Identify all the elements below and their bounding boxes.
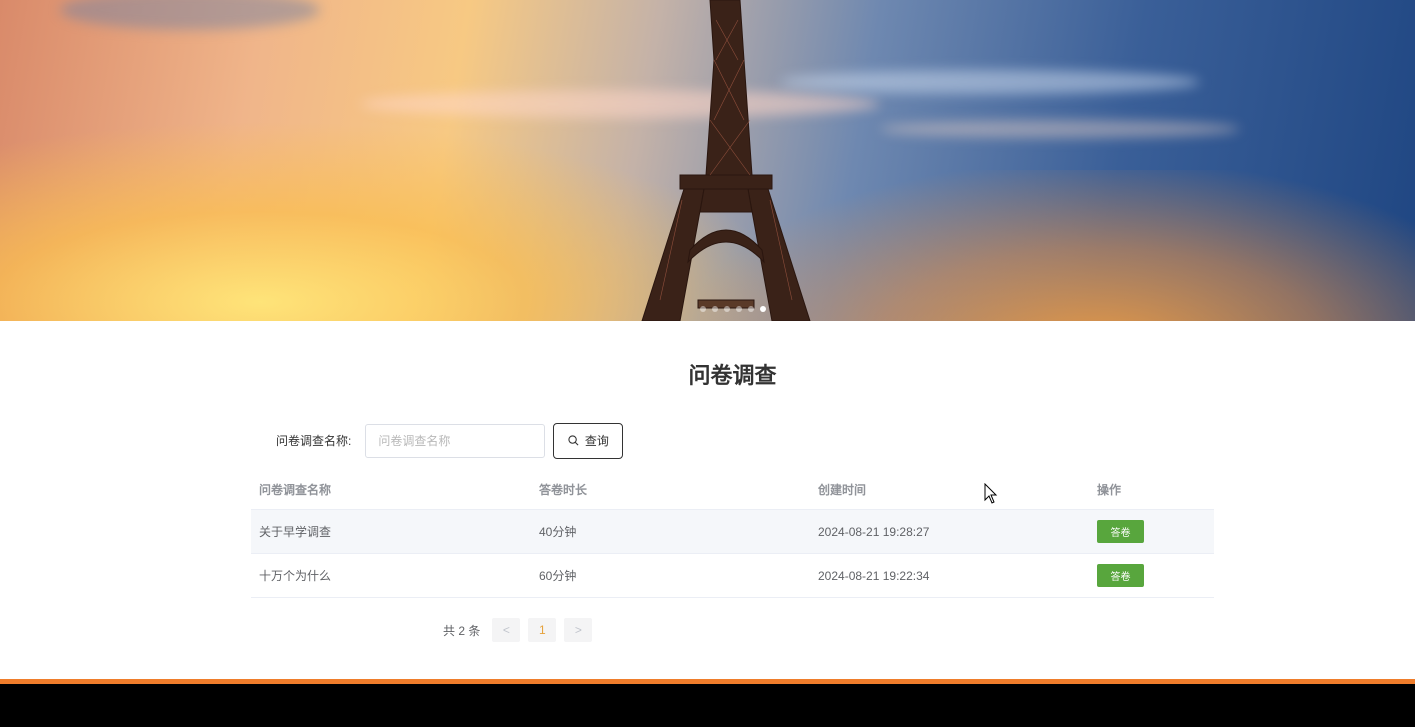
table-row: 关于早学调查 40分钟 2024-08-21 19:28:27 答卷 [251, 510, 1214, 554]
mouse-cursor-icon [984, 483, 998, 504]
column-header-created: 创建时间 [818, 483, 867, 497]
banner-cloud [880, 120, 1240, 138]
hero-banner [0, 0, 1415, 321]
eiffel-tower-icon [641, 0, 811, 321]
search-button-label: 查询 [584, 434, 609, 448]
carousel-dot[interactable] [736, 306, 742, 312]
answer-button[interactable]: 答卷 [1097, 520, 1144, 543]
carousel-dot-active[interactable] [760, 306, 766, 312]
page-number-button[interactable]: 1 [528, 618, 557, 642]
survey-name: 十万个为什么 [259, 569, 332, 583]
footer [0, 684, 1415, 727]
search-bar: 问卷调查名称: 查询 [276, 422, 624, 459]
survey-name: 关于早学调查 [259, 525, 332, 539]
search-input[interactable] [365, 423, 546, 458]
table-row: 十万个为什么 60分钟 2024-08-21 19:22:34 答卷 [251, 554, 1214, 598]
banner-cloud [60, 0, 320, 30]
pagination: 共 2 条 < 1 > [443, 618, 593, 642]
prev-page-button[interactable]: < [492, 618, 521, 642]
banner-cloud [780, 70, 1200, 94]
carousel-dot[interactable] [748, 306, 754, 312]
search-icon [568, 435, 579, 446]
carousel-dot[interactable] [700, 306, 706, 312]
pagination-total: 共 2 条 [443, 623, 481, 638]
column-header-action: 操作 [1097, 483, 1122, 497]
table-header: 问卷调查名称 答卷时长 创建时间 操作 [251, 470, 1214, 510]
column-header-duration: 答卷时长 [539, 483, 588, 497]
answer-button[interactable]: 答卷 [1097, 564, 1144, 587]
survey-created: 2024-08-21 19:28:27 [818, 524, 930, 539]
action-cell: 答卷 [1089, 520, 1214, 543]
survey-table: 问卷调查名称 答卷时长 创建时间 操作 关于早学调查 40分钟 2024-08-… [251, 470, 1214, 598]
survey-duration: 60分钟 [539, 569, 577, 583]
carousel-dot[interactable] [724, 306, 730, 312]
search-button[interactable]: 查询 [553, 422, 624, 459]
next-page-button[interactable]: > [564, 618, 593, 642]
action-cell: 答卷 [1089, 564, 1214, 587]
carousel-dot[interactable] [712, 306, 718, 312]
column-header-name: 问卷调查名称 [259, 483, 332, 497]
survey-created: 2024-08-21 19:22:34 [818, 568, 930, 583]
survey-duration: 40分钟 [539, 525, 577, 539]
carousel-indicators[interactable] [700, 306, 766, 312]
page-title: 问卷调查 [688, 363, 777, 388]
search-label: 问卷调查名称: [276, 434, 352, 448]
